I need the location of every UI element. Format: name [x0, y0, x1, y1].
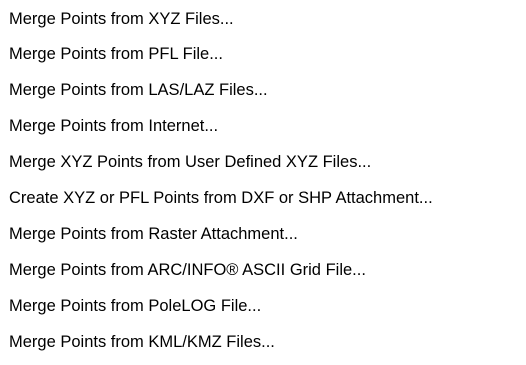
menu-item-merge-user-defined-xyz[interactable]: Merge XYZ Points from User Defined XYZ F… — [0, 146, 526, 179]
menu-item-merge-raster-attachment[interactable]: Merge Points from Raster Attachment... — [0, 218, 526, 251]
menu-item-merge-kml-kmz-files[interactable]: Merge Points from KML/KMZ Files... — [0, 326, 526, 359]
menu-item-create-from-dxf-shp[interactable]: Create XYZ or PFL Points from DXF or SHP… — [0, 182, 526, 215]
menu-item-merge-from-internet[interactable]: Merge Points from Internet... — [0, 110, 526, 143]
menu-item-merge-arc-info-grid[interactable]: Merge Points from ARC/INFO® ASCII Grid F… — [0, 254, 526, 287]
merge-points-menu: Merge Points from XYZ Files... Merge Poi… — [0, 0, 526, 365]
menu-item-merge-polelog-file[interactable]: Merge Points from PoleLOG File... — [0, 290, 526, 323]
menu-item-merge-pfl-file[interactable]: Merge Points from PFL File... — [0, 38, 526, 71]
menu-item-merge-xyz-files[interactable]: Merge Points from XYZ Files... — [0, 3, 526, 36]
menu-item-merge-las-laz-files[interactable]: Merge Points from LAS/LAZ Files... — [0, 74, 526, 107]
